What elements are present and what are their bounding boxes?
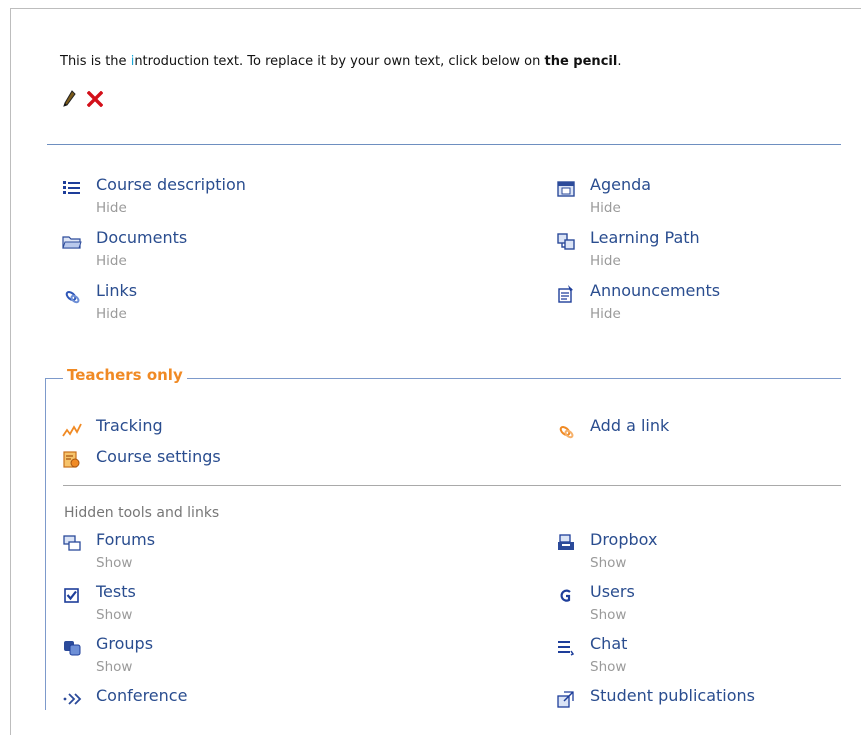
tracking-icon <box>62 419 82 439</box>
learning-path-icon <box>556 231 576 251</box>
show-link[interactable]: Show <box>96 555 132 571</box>
show-link[interactable]: Show <box>96 607 132 623</box>
hide-link[interactable]: Hide <box>590 306 621 322</box>
link-icon <box>62 284 82 304</box>
tool-name[interactable]: Chat <box>590 634 627 653</box>
hide-link[interactable]: Hide <box>96 253 127 269</box>
tool-name[interactable]: Student publications <box>590 686 755 705</box>
hide-link[interactable]: Hide <box>96 306 127 322</box>
tool-name[interactable]: Users <box>590 582 635 601</box>
show-link[interactable]: Show <box>96 659 132 675</box>
teachers-only-section: Teachers only <box>45 366 841 728</box>
hidden-tools-separator <box>63 485 841 486</box>
settings-icon <box>62 450 82 470</box>
intro-text: This is the introduction text. To replac… <box>60 54 622 69</box>
tool-name[interactable]: Documents <box>96 228 187 247</box>
chat-icon <box>556 637 576 657</box>
tool-name[interactable]: Conference <box>96 686 187 705</box>
forum-icon <box>62 533 82 553</box>
tool-name[interactable]: Links <box>96 281 137 300</box>
intro-actions <box>62 88 104 108</box>
hide-link[interactable]: Hide <box>590 253 621 269</box>
calendar-icon <box>556 178 576 198</box>
tool-name[interactable]: Dropbox <box>590 530 657 549</box>
hidden-tools-label: Hidden tools and links <box>64 505 220 521</box>
tool-name[interactable]: Learning Path <box>590 228 700 247</box>
hide-link[interactable]: Hide <box>590 200 621 216</box>
show-link[interactable]: Show <box>590 659 626 675</box>
publications-icon <box>556 689 576 709</box>
conference-icon <box>62 689 82 709</box>
list-icon <box>62 178 82 198</box>
intro-separator <box>47 144 841 145</box>
delete-x-icon[interactable] <box>87 90 104 107</box>
tool-name[interactable]: Groups <box>96 634 153 653</box>
show-link[interactable]: Show <box>590 607 626 623</box>
groups-icon <box>62 637 82 657</box>
folder-icon <box>62 231 82 251</box>
tool-name[interactable]: Add a link <box>590 416 669 435</box>
tool-name[interactable]: Tracking <box>96 416 163 435</box>
add-link-icon <box>556 419 576 439</box>
tool-name[interactable]: Forums <box>96 530 155 549</box>
tool-name[interactable]: Course description <box>96 175 246 194</box>
tool-name[interactable]: Announcements <box>590 281 720 300</box>
intro-bold: the pencil <box>544 54 618 69</box>
tool-name[interactable]: Tests <box>96 582 136 601</box>
dropbox-icon <box>556 533 576 553</box>
section-border-left <box>45 378 46 710</box>
tests-icon <box>62 585 82 605</box>
tool-name[interactable]: Course settings <box>96 447 221 466</box>
hide-link[interactable]: Hide <box>96 200 127 216</box>
teachers-only-legend: Teachers only <box>63 366 187 384</box>
pencil-icon[interactable] <box>62 89 76 108</box>
users-icon <box>556 585 576 605</box>
show-link[interactable]: Show <box>590 555 626 571</box>
announcement-icon <box>556 284 576 304</box>
tool-name[interactable]: Agenda <box>590 175 651 194</box>
